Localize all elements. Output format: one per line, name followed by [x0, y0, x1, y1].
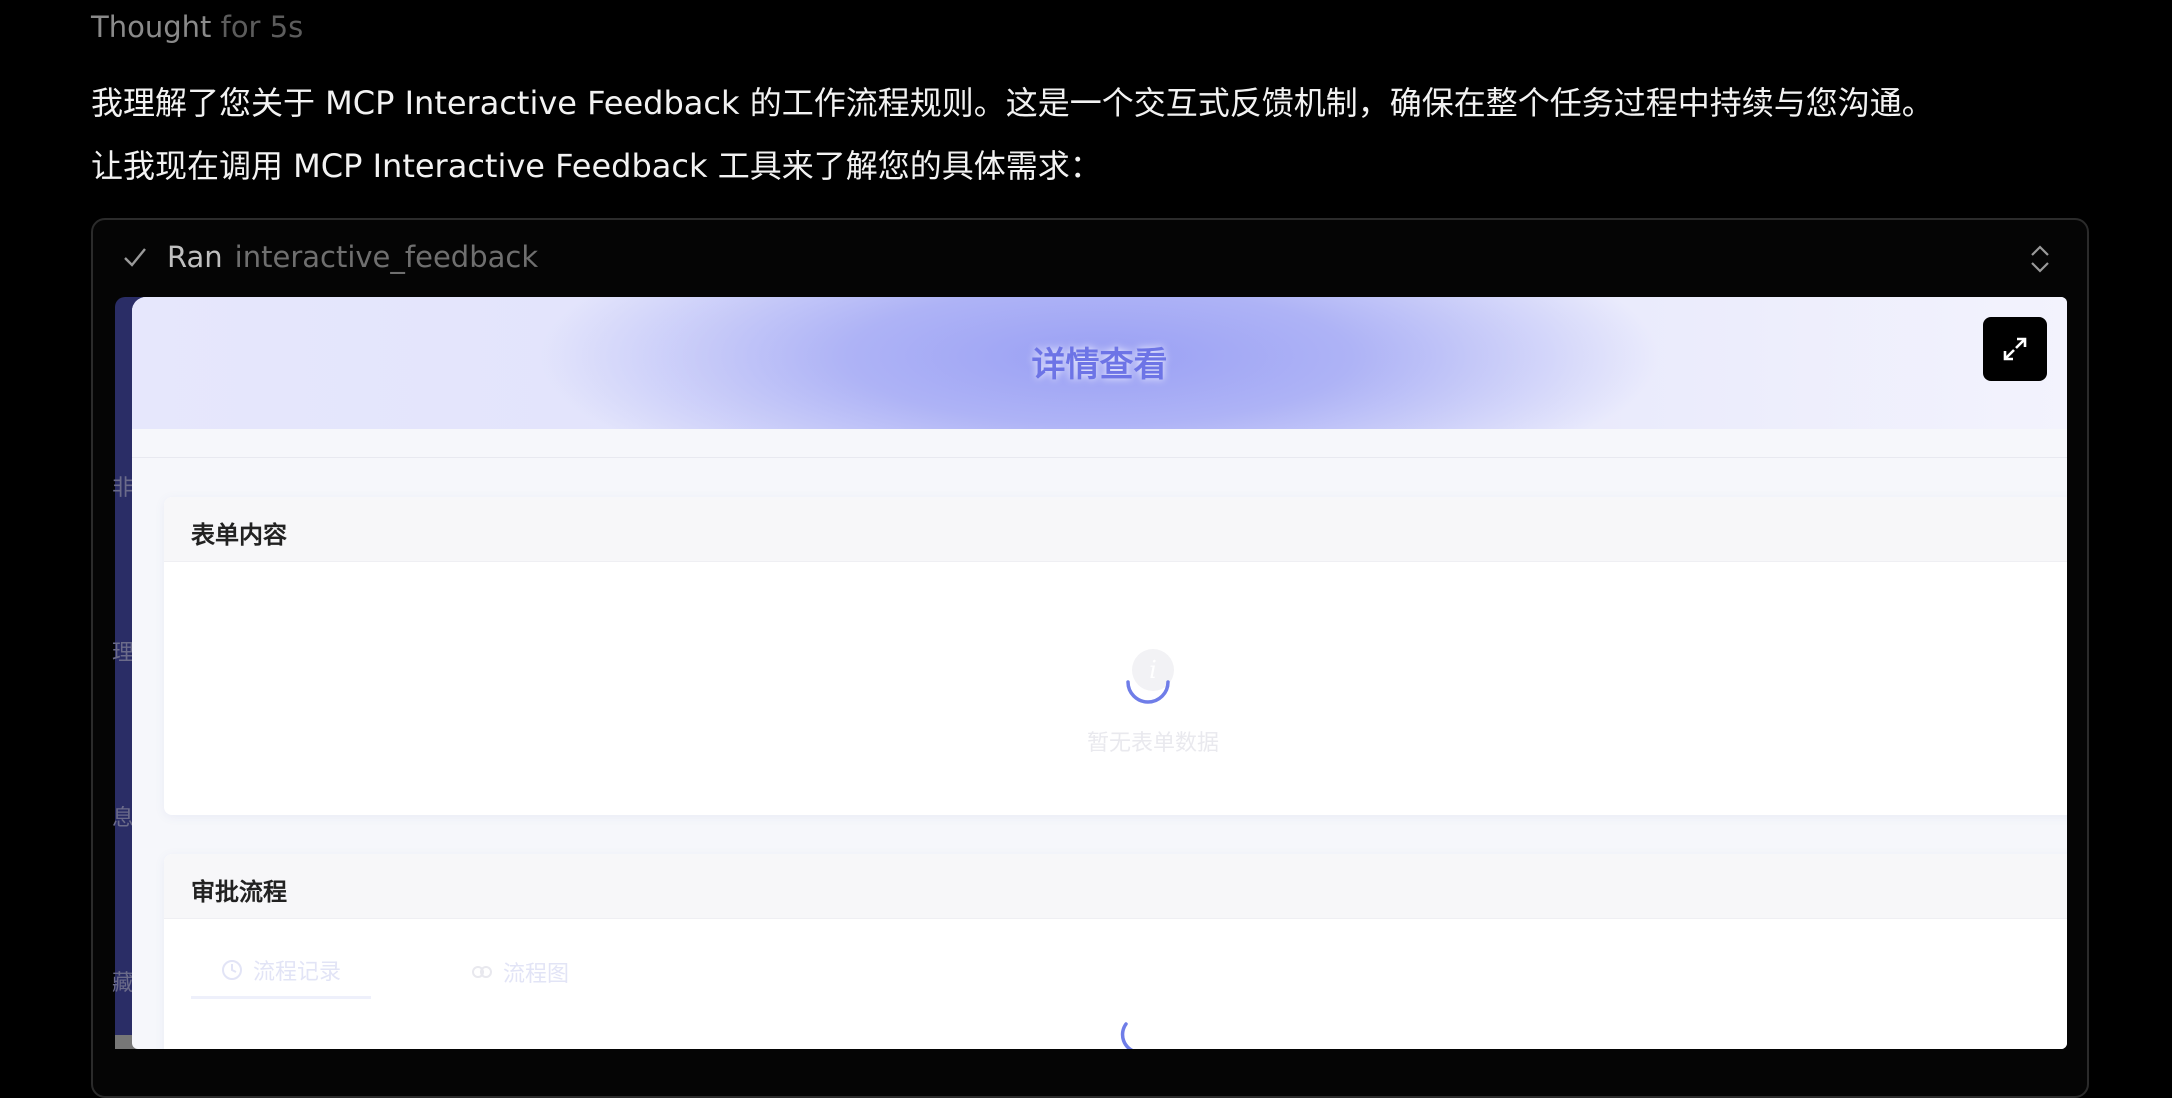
chevron-up-down-icon[interactable] [2029, 244, 2051, 274]
detail-panel: 详情查看 表单内容 i 暂无表单数据 审批流程 流程记录 流程图 [132, 297, 2067, 1049]
thought-duration: for 5s [220, 10, 304, 44]
flow-tabs: 流程记录 流程图 [191, 954, 669, 999]
check-icon [124, 248, 146, 267]
expand-arrows-icon [2003, 337, 2027, 361]
clock-icon [222, 960, 242, 980]
loading-spinner-icon [1120, 1022, 1134, 1049]
section-title: 表单内容 [191, 521, 287, 549]
tab-flow-records[interactable]: 流程记录 [191, 954, 372, 999]
sidebar-char: 非 [112, 476, 135, 501]
tool-status: Ran [167, 240, 223, 274]
tool-name: interactive_feedback [234, 240, 539, 274]
approval-flow-section: 审批流程 流程记录 流程图 [164, 854, 2067, 1049]
thought-label: Thought [91, 10, 212, 44]
fullscreen-button[interactable] [1983, 317, 2047, 381]
section-title: 审批流程 [191, 878, 287, 906]
sidebar-char: 息 [112, 806, 135, 831]
tab-flow-chart[interactable]: 流程图 [441, 954, 599, 999]
loading-spinner-icon [1126, 680, 1170, 704]
section-header [164, 854, 2067, 919]
form-content-section: 表单内容 i 暂无表单数据 [164, 497, 2067, 815]
assistant-message-2: 让我现在调用 MCP Interactive Feedback 工具来了解您的具… [91, 147, 1102, 185]
divider [132, 457, 2067, 458]
thought-status[interactable]: Thought for 5s [91, 10, 303, 44]
tool-call-header[interactable]: Ran interactive_feedback [121, 240, 538, 274]
tab-label: 流程图 [503, 961, 570, 987]
assistant-message-1: 我理解了您关于 MCP Interactive Feedback 的工作流程规则… [91, 84, 1934, 122]
sidebar-char: 理 [112, 641, 135, 666]
section-header [164, 497, 2067, 562]
flow-icon [472, 965, 493, 978]
panel-title: 详情查看 [1031, 345, 1168, 385]
sidebar-char: 藏 [112, 971, 135, 996]
empty-text: 暂无表单数据 [1086, 731, 1219, 756]
tab-label: 流程记录 [253, 960, 342, 985]
